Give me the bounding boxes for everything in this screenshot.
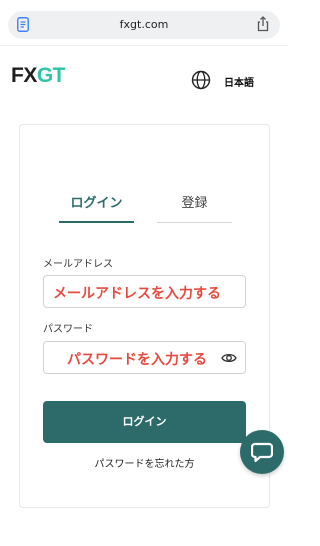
tab-divider bbox=[157, 222, 232, 223]
email-label: メールアドレス bbox=[43, 259, 113, 270]
chat-button[interactable] bbox=[240, 430, 284, 474]
login-card bbox=[19, 124, 270, 508]
password-input-text: パスワードを入力する bbox=[67, 352, 207, 368]
login-button[interactable]: ログイン bbox=[43, 401, 246, 443]
share-icon[interactable] bbox=[256, 16, 270, 32]
chat-bubble-icon bbox=[251, 442, 273, 463]
browser-toolbar: fxgt.com bbox=[0, 0, 288, 46]
globe-icon[interactable] bbox=[191, 70, 211, 90]
password-label: パスワード bbox=[43, 324, 93, 335]
address-bar[interactable]: fxgt.com bbox=[8, 11, 280, 39]
tab-register[interactable]: 登録 bbox=[157, 192, 232, 211]
email-input-text: メールアドレスを入力する bbox=[53, 286, 221, 302]
forgot-password-link[interactable]: パスワードを忘れた方 bbox=[43, 455, 246, 470]
language-selector[interactable]: 日本語 bbox=[224, 74, 254, 89]
email-field[interactable]: メールアドレスを入力する bbox=[43, 275, 246, 308]
logo-fx: FX bbox=[11, 64, 37, 87]
url-text[interactable]: fxgt.com bbox=[8, 18, 280, 31]
fxgt-logo[interactable]: FXGT bbox=[11, 64, 66, 87]
password-field[interactable]: パスワードを入力する bbox=[43, 341, 246, 374]
eye-icon[interactable] bbox=[221, 352, 237, 364]
logo-gt: GT bbox=[36, 64, 66, 87]
tab-login[interactable]: ログイン bbox=[59, 192, 134, 211]
active-tab-indicator bbox=[59, 221, 134, 223]
